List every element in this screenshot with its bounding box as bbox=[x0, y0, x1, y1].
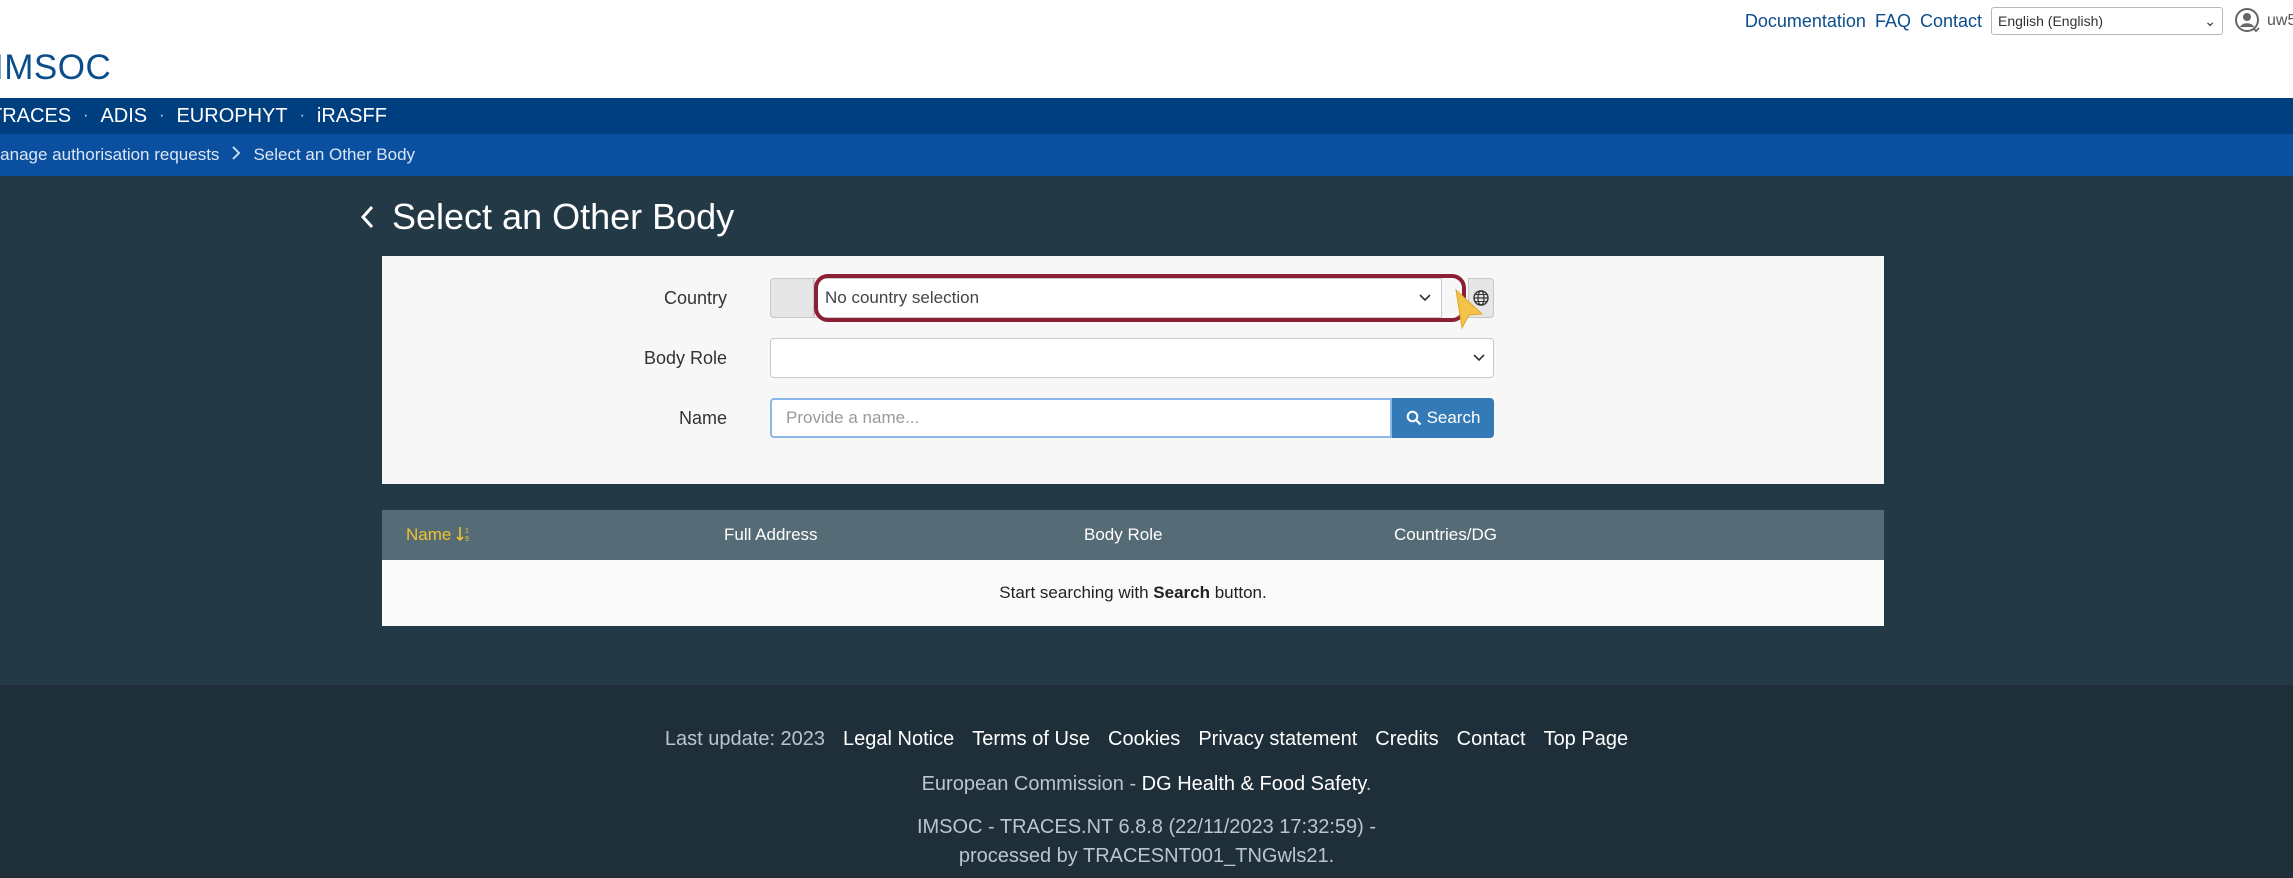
table-empty-message: Start searching with Search button. bbox=[382, 560, 1884, 626]
name-row: Name Search bbox=[382, 398, 1884, 438]
nav-separator: · bbox=[83, 107, 89, 124]
country-select[interactable]: No country selection bbox=[814, 278, 1442, 318]
svg-text:9: 9 bbox=[465, 536, 469, 542]
footer-link-legal-notice[interactable]: Legal Notice bbox=[843, 728, 954, 751]
chevron-down-icon: ⌄ bbox=[2204, 12, 2216, 29]
empty-message-suffix: button. bbox=[1210, 583, 1267, 602]
search-icon bbox=[1406, 410, 1421, 426]
breadcrumb-current: Select an Other Body bbox=[253, 145, 416, 164]
utility-links: Documentation FAQ Contact English (Engli… bbox=[1745, 7, 2293, 35]
footer-links: Last update: 2023 Legal Notice Terms of … bbox=[0, 728, 2293, 751]
breadcrumb-label: Manage authorisation requests bbox=[0, 145, 220, 164]
name-input[interactable] bbox=[770, 398, 1392, 438]
search-form-panel: Country No country selection Body Role N… bbox=[382, 256, 1884, 484]
nav-item-irasff[interactable]: iRASFF bbox=[317, 105, 387, 128]
search-button[interactable]: Search bbox=[1392, 398, 1494, 438]
main-content: Select an Other Body Country No country … bbox=[0, 176, 2293, 685]
cursor-pointer-icon bbox=[1455, 288, 1484, 330]
body-role-label: Body Role bbox=[643, 348, 727, 368]
nav-item-traces[interactable]: TRACES bbox=[0, 105, 71, 128]
column-header-body-role[interactable]: Body Role bbox=[1084, 525, 1162, 545]
country-select-value: No country selection bbox=[825, 288, 980, 307]
ec-prefix: European Commission - bbox=[921, 773, 1142, 795]
user-icon[interactable] bbox=[2235, 8, 2261, 34]
breadcrumb-manage-authorisation[interactable]: Manage authorisation requests bbox=[0, 145, 219, 165]
footer-link-credits[interactable]: Credits bbox=[1375, 728, 1438, 751]
footer-ec-line: European Commission - DG Health & Food S… bbox=[0, 773, 2293, 796]
country-row: Country No country selection bbox=[382, 274, 1884, 330]
footer-link-privacy-statement[interactable]: Privacy statement bbox=[1198, 728, 1357, 751]
chevron-down-icon bbox=[1419, 294, 1431, 302]
table-header: Name 1 9 Full Address Body Role Countrie… bbox=[382, 510, 1884, 560]
footer-link-cookies[interactable]: Cookies bbox=[1108, 728, 1180, 751]
page-title: Select an Other Body bbox=[392, 196, 735, 237]
footer-link-top-page[interactable]: Top Page bbox=[1544, 728, 1629, 751]
breadcrumb: Manage authorisation requests Select an … bbox=[0, 134, 2293, 176]
country-label: Country bbox=[663, 288, 727, 308]
name-label: Name bbox=[678, 408, 727, 428]
ec-suffix: . bbox=[1365, 773, 1372, 795]
results-table: Name 1 9 Full Address Body Role Countrie… bbox=[382, 510, 1884, 626]
column-header-countries-dg[interactable]: Countries/DG bbox=[1394, 525, 1497, 545]
faq-link[interactable]: FAQ bbox=[1875, 11, 1911, 32]
empty-message-bold: Search bbox=[1153, 583, 1210, 602]
dg-health-link[interactable]: DG Health & Food Safety bbox=[1142, 773, 1366, 795]
brand-logo[interactable]: IMSOC bbox=[0, 50, 111, 85]
nav-item-adis[interactable]: ADIS bbox=[100, 105, 147, 128]
empty-message-prefix: Start searching with bbox=[999, 583, 1154, 602]
body-role-row: Body Role bbox=[382, 338, 1884, 378]
footer-link-terms-of-use[interactable]: Terms of Use bbox=[972, 728, 1090, 751]
chevron-down-icon bbox=[1473, 354, 1485, 362]
search-button-label: Search bbox=[1426, 408, 1481, 427]
nav-separator: · bbox=[159, 107, 165, 124]
documentation-link[interactable]: Documentation bbox=[1745, 11, 1866, 32]
column-header-label: Name bbox=[406, 525, 452, 544]
footer-version: IMSOC - TRACES.NT 6.8.8 (22/11/2023 17:3… bbox=[916, 816, 1377, 838]
body-role-select[interactable] bbox=[770, 338, 1494, 378]
footer-processed-by: processed by TRACESNT001_TNGwls21. bbox=[958, 845, 1335, 867]
main-navigation: TRACES · ADIS · EUROPHYT · iRASFF bbox=[0, 98, 2293, 134]
contact-link[interactable]: Contact bbox=[1920, 11, 1982, 32]
chevron-right-icon bbox=[219, 145, 253, 166]
nav-separator: · bbox=[299, 107, 305, 124]
column-header-name[interactable]: Name 1 9 bbox=[406, 525, 474, 545]
footer: Last update: 2023 Legal Notice Terms of … bbox=[0, 685, 2293, 878]
language-select-value: English (English) bbox=[1998, 13, 2104, 29]
page-header: Select an Other Body bbox=[358, 194, 734, 240]
country-flag-addon bbox=[770, 278, 814, 318]
top-header: Documentation FAQ Contact English (Engli… bbox=[0, 0, 2293, 98]
footer-link-contact[interactable]: Contact bbox=[1457, 728, 1526, 751]
svg-text:1: 1 bbox=[465, 528, 469, 535]
column-header-full-address[interactable]: Full Address bbox=[724, 525, 818, 545]
back-chevron-icon[interactable] bbox=[358, 203, 376, 231]
language-select[interactable]: English (English) ⌄ bbox=[1991, 7, 2223, 35]
last-update: Last update: 2023 bbox=[664, 728, 826, 750]
nav-item-europhyt[interactable]: EUROPHYT bbox=[176, 105, 287, 128]
user-name[interactable]: uw5 bbox=[2267, 12, 2293, 30]
sort-ascending-icon: 1 9 bbox=[456, 527, 469, 543]
